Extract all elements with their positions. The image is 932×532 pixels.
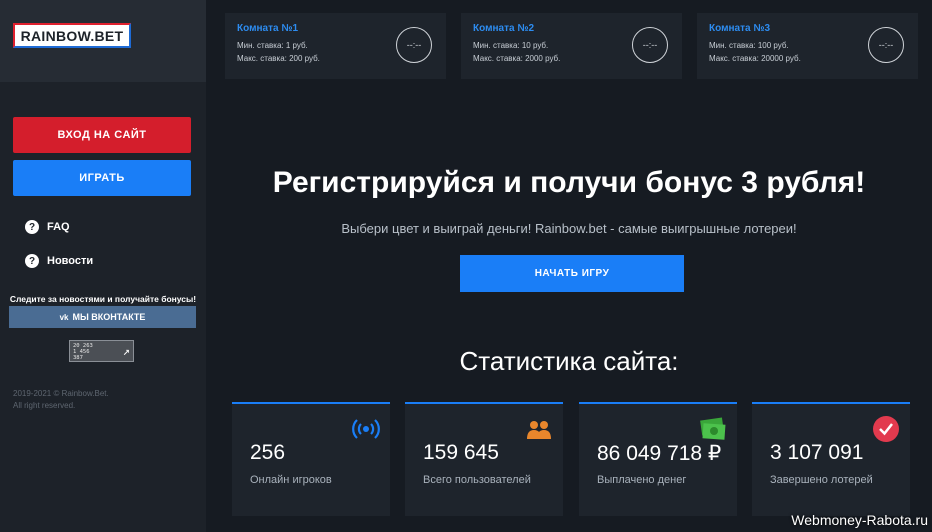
- vk-icon: vk: [59, 312, 69, 322]
- room-card-1[interactable]: Комната №1 Мин. ставка: 1 руб. Макс. ста…: [225, 13, 446, 79]
- login-button[interactable]: ВХОД НА САЙТ: [13, 117, 191, 153]
- nav-item-faq[interactable]: ? FAQ: [25, 220, 70, 234]
- visitor-counter[interactable]: 20 263 1 456 387 ↗: [69, 340, 134, 362]
- room-card-3[interactable]: Комната №3 Мин. ставка: 100 руб. Макс. с…: [697, 13, 918, 79]
- room-timer: --:--: [868, 27, 904, 63]
- stat-label: Всего пользователей: [423, 474, 531, 486]
- copyright-line: All right reserved.: [13, 401, 76, 410]
- stat-label: Завершено лотерей: [770, 474, 873, 486]
- stat-value: 256: [250, 441, 286, 464]
- nav-item-label: Новости: [47, 255, 94, 267]
- hero-title: Регистрируйся и получи бонус 3 рубля!: [272, 166, 866, 199]
- vk-button-label: МЫ ВКОНТАКТЕ: [72, 312, 146, 322]
- stat-value: 3 107 091: [770, 441, 864, 464]
- nav-item-news[interactable]: ? Новости: [25, 254, 93, 268]
- logo-area: RAINBOW.BET: [0, 0, 206, 82]
- broadcast-icon: [352, 419, 380, 439]
- logo[interactable]: RAINBOW.BET: [13, 23, 131, 48]
- checkmark-icon: [873, 416, 899, 442]
- sidebar: RAINBOW.BET ВХОД НА САЙТ ИГРАТЬ ? FAQ ? …: [0, 0, 206, 532]
- counter-line: 387: [73, 355, 83, 361]
- copyright-line: 2019-2021 © Rainbow.Bet.: [13, 389, 109, 398]
- vk-button[interactable]: vk МЫ ВКОНТАКТЕ: [9, 306, 196, 328]
- stat-card-paid: 86 049 718 ₽ Выплачено денег: [579, 402, 737, 516]
- arrow-up-right-icon: ↗: [122, 344, 130, 358]
- room-timer: --:--: [396, 27, 432, 63]
- stats-title: Статистика сайта:: [459, 346, 679, 376]
- nav-item-label: FAQ: [47, 221, 70, 233]
- question-icon: ?: [25, 254, 39, 268]
- stat-card-users: 159 645 Всего пользователей: [405, 402, 563, 516]
- money-icon: [700, 417, 726, 440]
- hero-subtitle: Выбери цвет и выиграй деньги! Rainbow.be…: [341, 221, 797, 236]
- question-icon: ?: [25, 220, 39, 234]
- room-timer: --:--: [632, 27, 668, 63]
- stat-label: Выплачено денег: [597, 474, 687, 486]
- room-card-2[interactable]: Комната №2 Мин. ставка: 10 руб. Макс. ст…: [461, 13, 682, 79]
- stat-label: Онлайн игроков: [250, 474, 332, 486]
- stat-card-online: 256 Онлайн игроков: [232, 402, 390, 516]
- start-game-button[interactable]: НАЧАТЬ ИГРУ: [460, 255, 684, 292]
- stat-value: 86 049 718 ₽: [597, 442, 722, 465]
- play-button[interactable]: ИГРАТЬ: [13, 160, 191, 196]
- users-icon: [527, 421, 551, 439]
- stat-value: 159 645: [423, 441, 499, 464]
- stat-card-lotteries: 3 107 091 Завершено лотерей: [752, 402, 910, 516]
- watermark: Webmoney-Rabota.ru: [791, 512, 928, 528]
- copyright: 2019-2021 © Rainbow.Bet. All right reser…: [13, 388, 109, 412]
- follow-text: Следите за новостями и получайте бонусы!: [9, 294, 197, 304]
